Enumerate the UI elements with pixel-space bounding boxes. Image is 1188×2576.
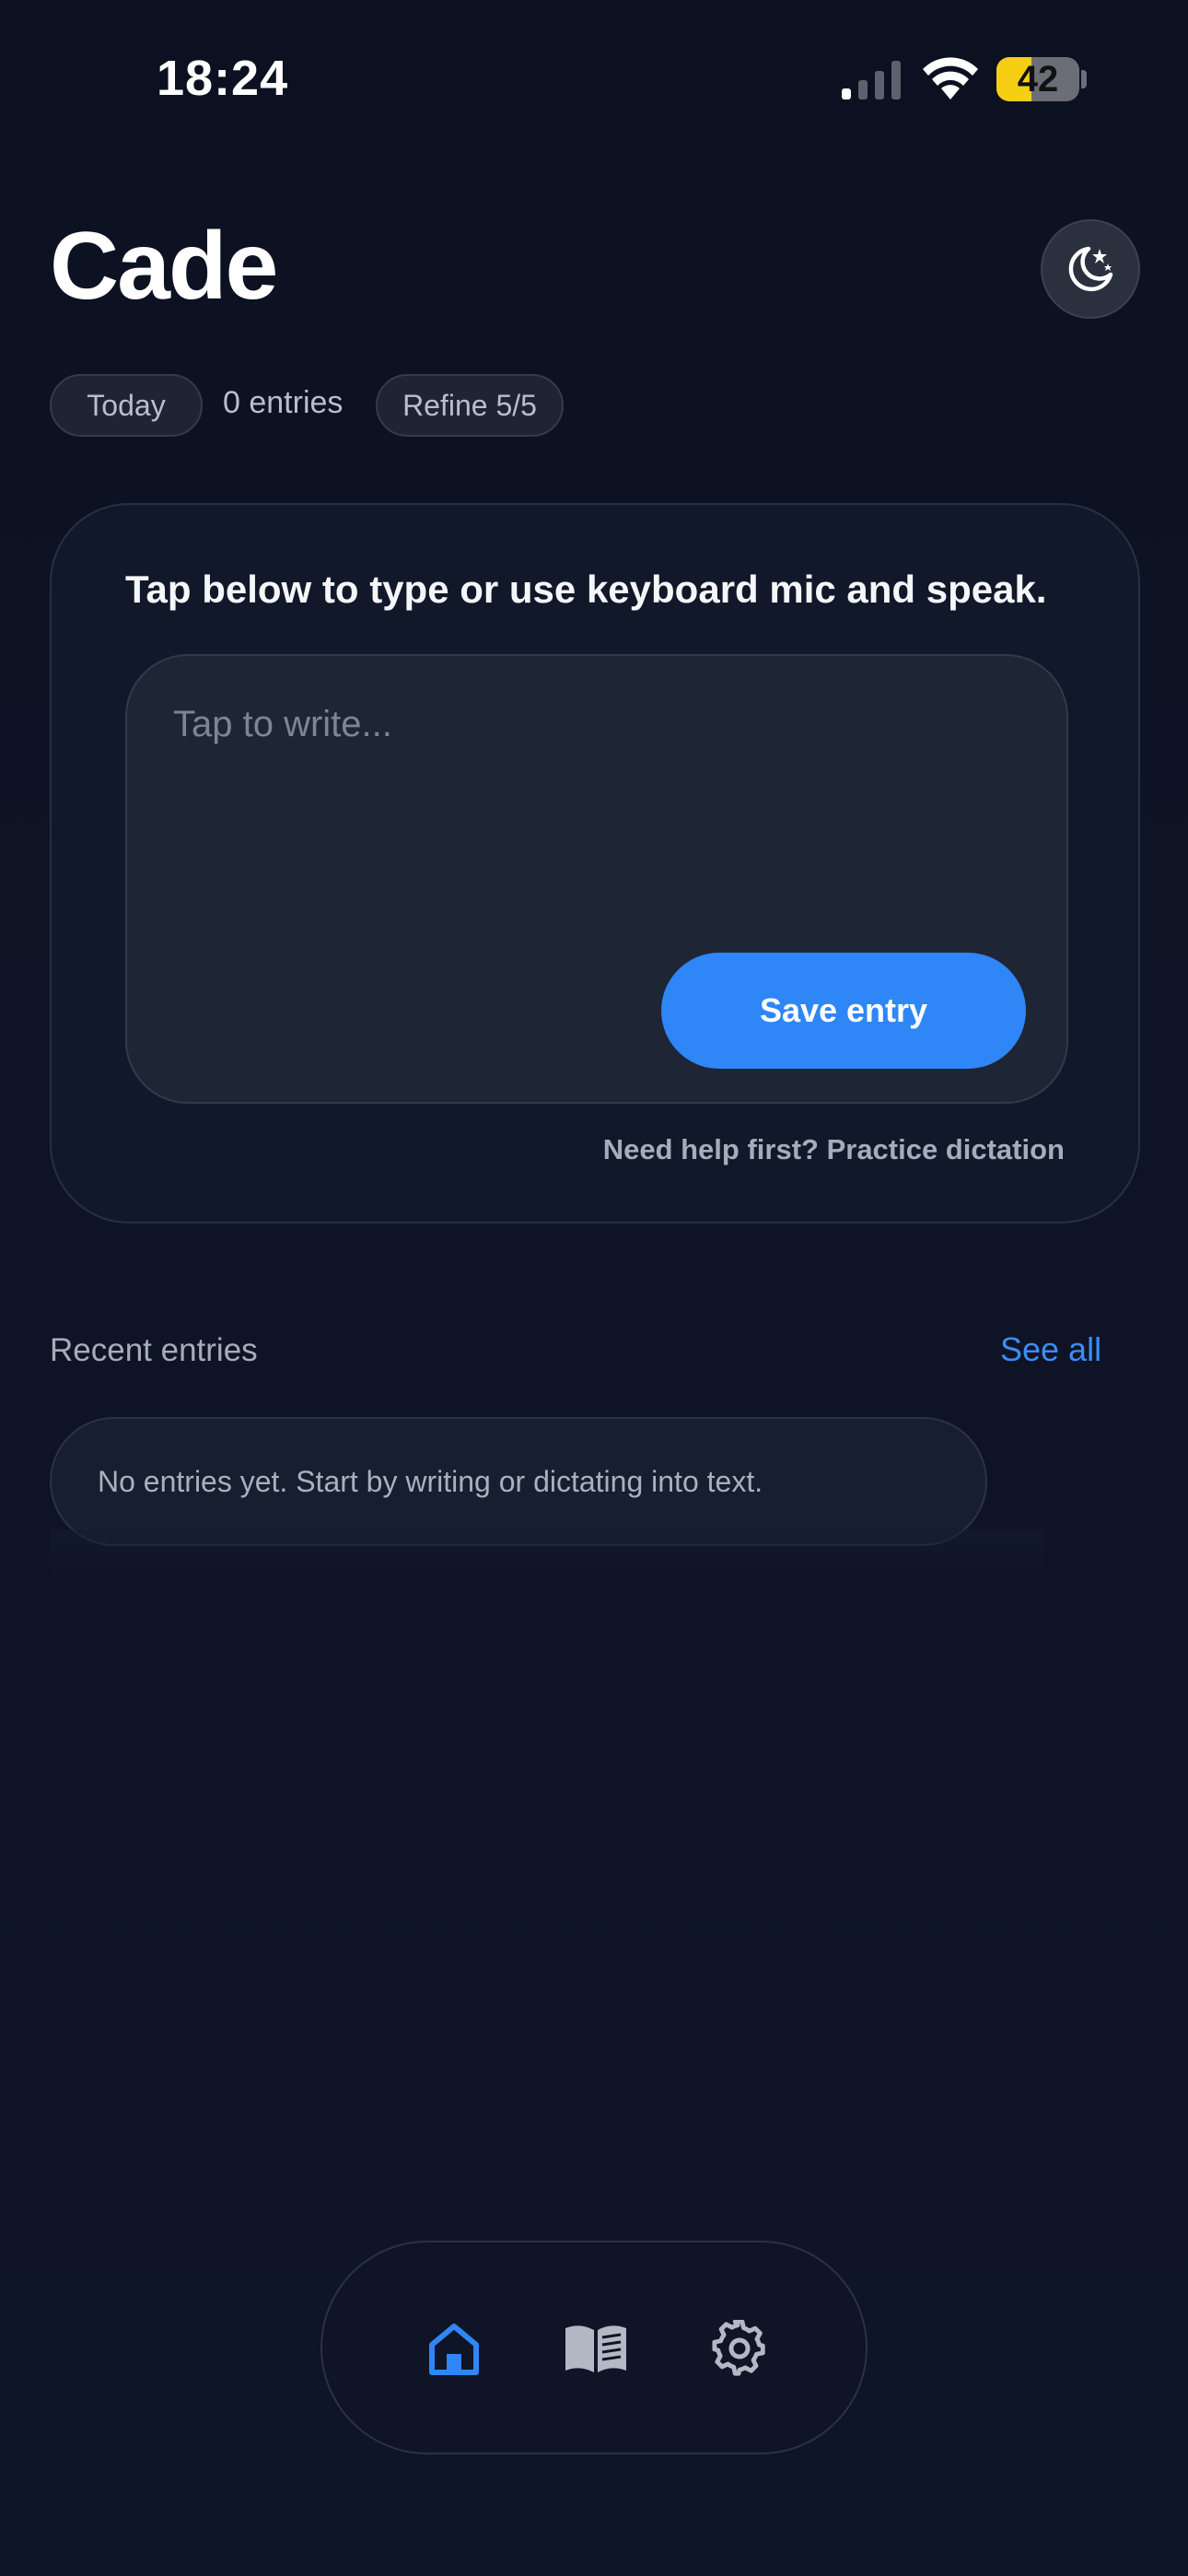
battery-indicator: 42 [996,57,1079,101]
wifi-icon [923,57,978,100]
nav-home[interactable] [422,2316,486,2381]
moon-stars-icon [1068,246,1113,291]
nav-journal[interactable] [564,2316,628,2381]
entry-text-area[interactable]: Tap to write... Save entry [125,654,1068,1104]
gear-icon [712,2320,765,2376]
see-all-link[interactable]: See all [1000,1330,1101,1369]
empty-entries-message: No entries yet. Start by writing or dict… [50,1417,987,1546]
entry-placeholder: Tap to write... [173,704,392,744]
battery-level: 42 [1017,58,1059,100]
refine-chip[interactable]: Refine 5/5 [376,374,564,437]
composer-instructions: Tap below to type or use keyboard mic an… [125,568,1047,611]
home-screen: 18:24 42 Cade Today 0 entries Refine 5/5… [0,0,1188,2576]
nav-settings[interactable] [707,2316,772,2381]
book-icon [565,2325,626,2372]
recent-entries-heading: Recent entries [50,1332,258,1368]
save-entry-button[interactable]: Save entry [661,953,1026,1069]
page-title: Cade [50,213,278,320]
practice-dictation-link[interactable]: Need help first? Practice dictation [603,1133,1065,1166]
cellular-signal-icon [842,61,901,100]
theme-toggle-button[interactable] [1041,219,1140,319]
composer-card: Tap below to type or use keyboard mic an… [50,503,1140,1224]
entries-count: 0 entries [223,385,344,420]
bottom-nav [320,2241,868,2454]
status-time: 18:24 [157,51,289,106]
battery-nub [1081,70,1087,88]
today-chip[interactable]: Today [50,374,203,437]
home-icon [429,2324,479,2375]
empty-card-shadow [50,1529,1044,1583]
